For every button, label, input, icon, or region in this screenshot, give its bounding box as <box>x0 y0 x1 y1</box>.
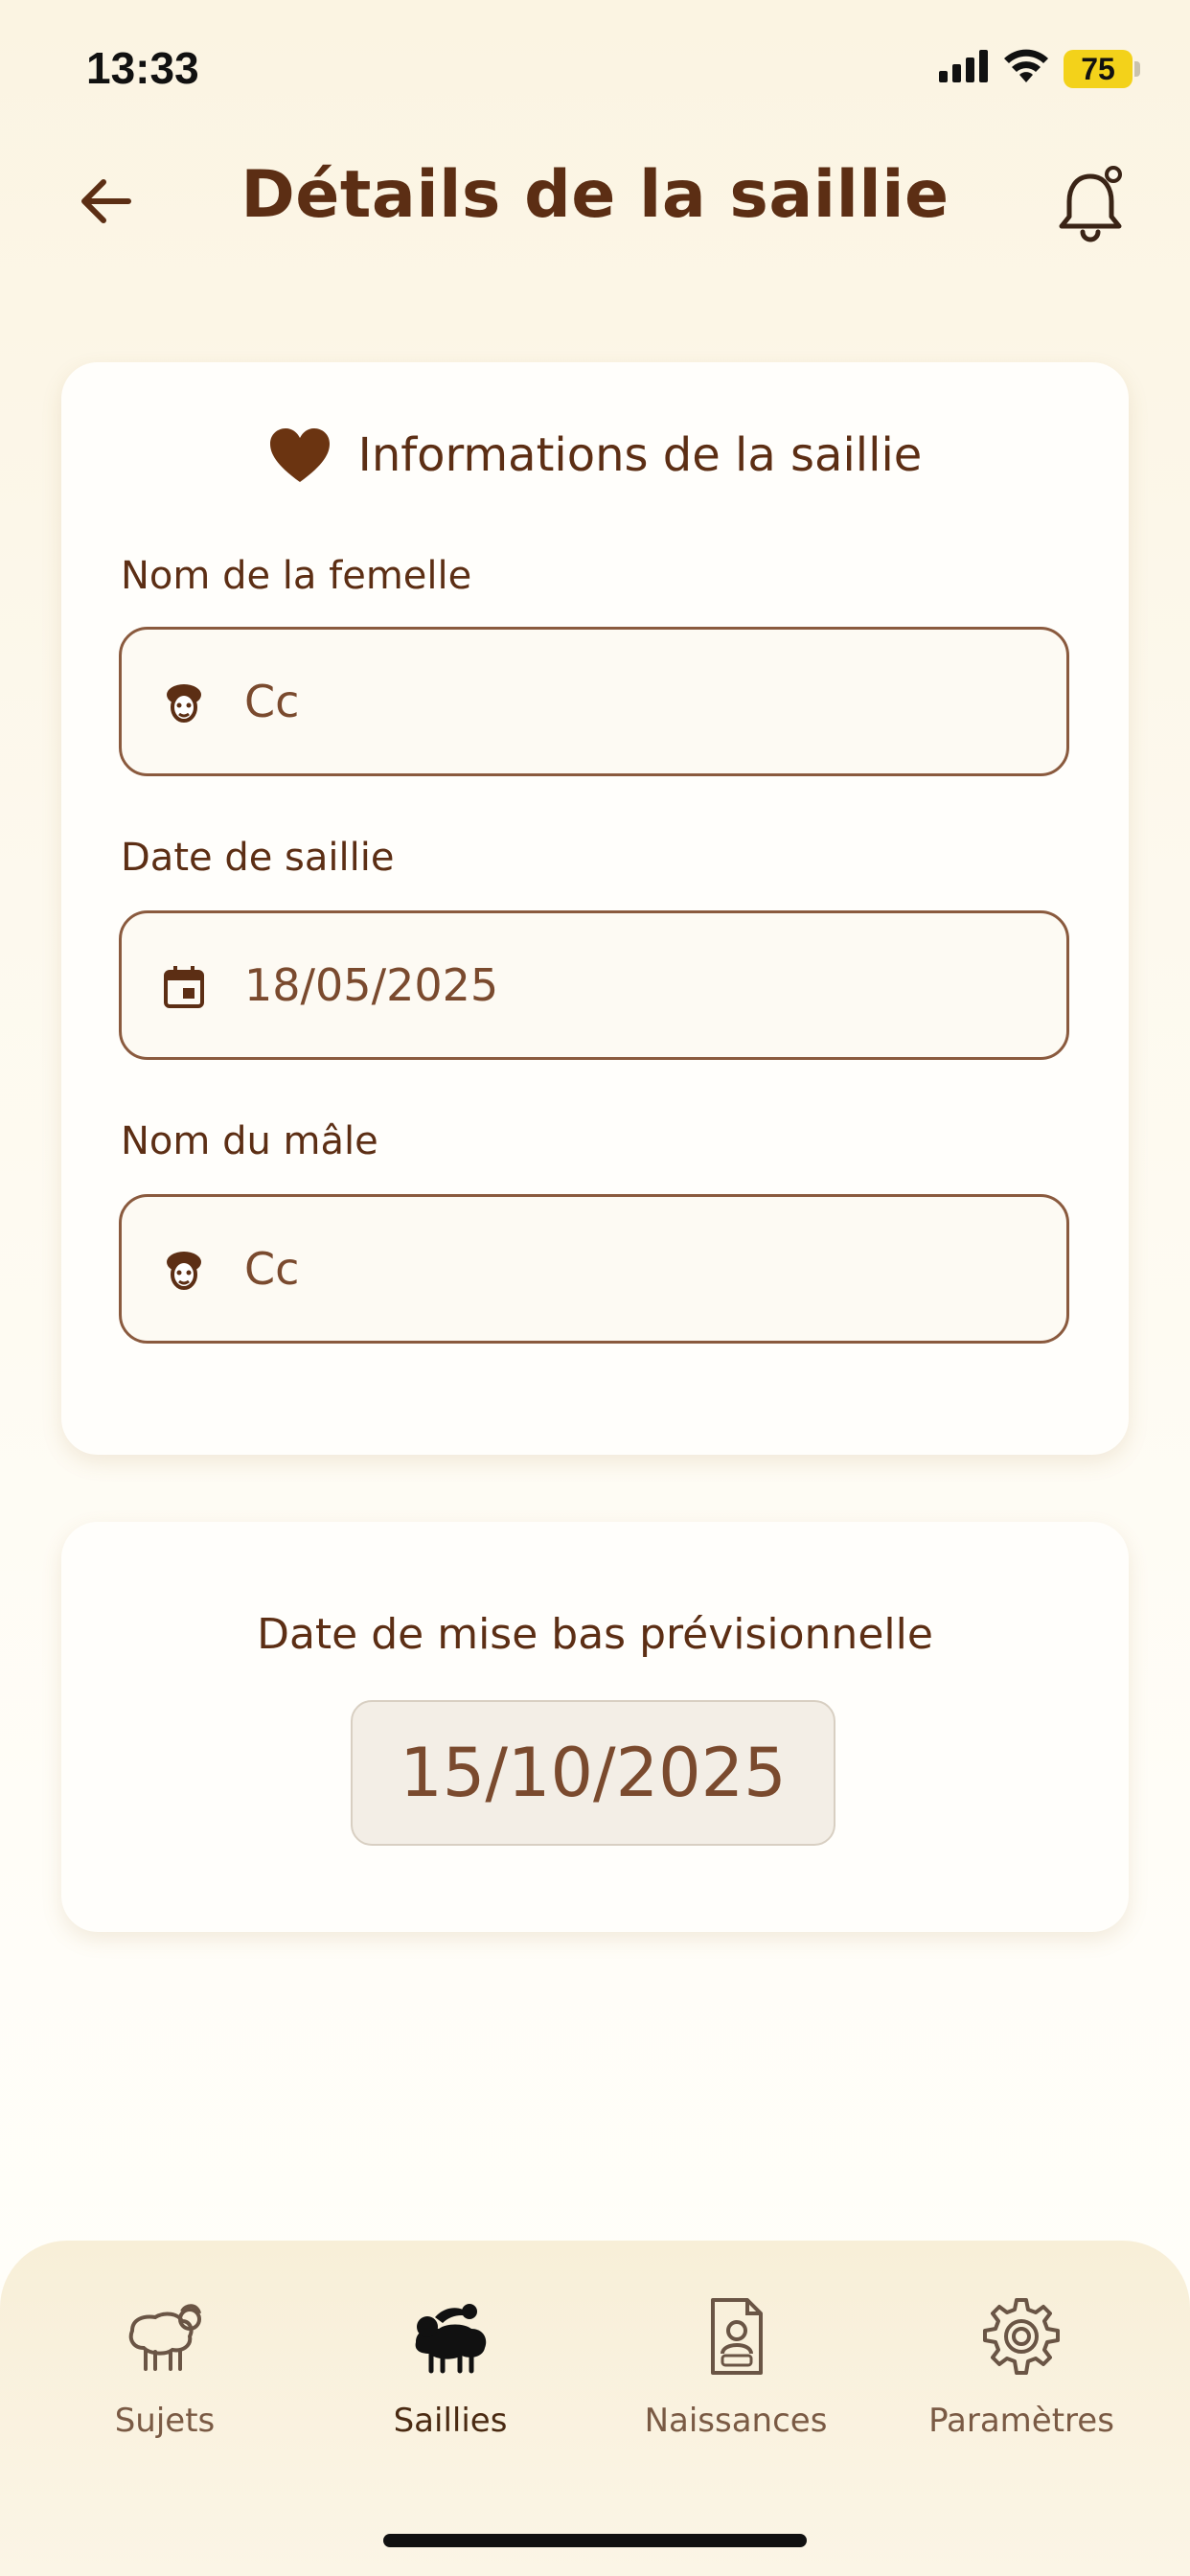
mating-date-label: Date de saillie <box>121 836 395 880</box>
female-name-label: Nom de la femelle <box>121 554 472 598</box>
nav-item-parametres[interactable]: Paramètres <box>897 2294 1146 2476</box>
male-name-value: Cc <box>244 1243 300 1295</box>
battery-tip <box>1134 61 1140 77</box>
female-name-value: Cc <box>244 676 300 727</box>
nav-item-naissances[interactable]: Naissances <box>611 2294 860 2476</box>
mating-info-card: Informations de la saillie Nom de la fem… <box>61 362 1129 1455</box>
due-date-card: Date de mise bas prévisionnelle 15/10/20… <box>61 1522 1129 1932</box>
wifi-icon <box>1004 49 1048 82</box>
sheep-icon <box>128 2304 201 2371</box>
nav-item-saillies[interactable]: Saillies <box>326 2294 575 2476</box>
battery-indicator: 75 <box>1064 50 1133 88</box>
mating-sheep-icon <box>415 2304 487 2374</box>
bottom-navigation: Sujets Saillies Naissances Paramètres <box>0 2241 1190 2576</box>
sheep-head-icon <box>167 1252 201 1290</box>
male-name-label: Nom du mâle <box>121 1119 378 1163</box>
heart-icon <box>269 428 330 482</box>
nav-label: Paramètres <box>928 2402 1114 2440</box>
male-name-field[interactable]: Cc <box>119 1194 1069 1344</box>
nav-item-sujets[interactable]: Sujets <box>40 2294 289 2476</box>
page-title: Détails de la saillie <box>240 157 950 233</box>
nav-label: Sujets <box>114 2402 216 2440</box>
nav-label: Naissances <box>644 2402 828 2440</box>
status-bar: 13:33 75 <box>0 0 1190 144</box>
status-time: 13:33 <box>86 43 199 93</box>
birth-document-icon <box>711 2298 763 2375</box>
section-header: Informations de la saillie <box>61 422 1129 489</box>
calendar-icon <box>164 966 204 1008</box>
sheep-head-icon <box>167 684 201 723</box>
bell-notification-icon[interactable] <box>1052 163 1129 243</box>
female-name-field[interactable]: Cc <box>119 627 1069 776</box>
mating-date-value: 18/05/2025 <box>244 959 499 1011</box>
due-date-value: 15/10/2025 <box>351 1700 835 1846</box>
section-title: Informations de la saillie <box>357 428 923 482</box>
due-date-label: Date de mise bas prévisionnelle <box>257 1610 933 1659</box>
nav-label: Saillies <box>393 2402 508 2440</box>
mating-date-field[interactable]: 18/05/2025 <box>119 910 1069 1060</box>
header: Détails de la saillie <box>0 144 1190 259</box>
signal-icon <box>939 50 988 82</box>
gear-icon <box>983 2298 1060 2375</box>
home-indicator[interactable] <box>383 2534 807 2547</box>
